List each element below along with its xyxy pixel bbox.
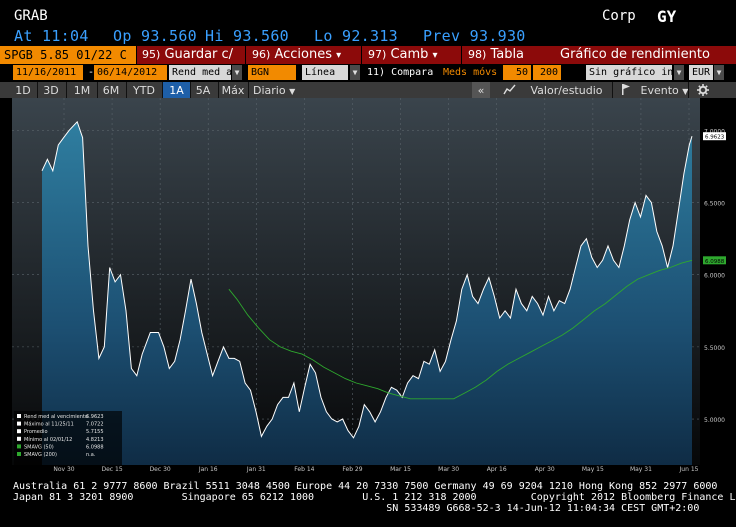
lower-chart-select[interactable]: Sin gráfico inferi	[586, 65, 672, 80]
settings-button[interactable]	[697, 82, 709, 98]
compare-button[interactable]: 11) Comparar	[364, 65, 434, 80]
line-chart-icon	[503, 84, 521, 97]
sector-label: Corp	[602, 8, 636, 24]
x-tick-label: Jan 16	[198, 466, 218, 473]
chevron-down-icon: ▼	[289, 87, 296, 96]
quote-open: Op 93.560	[113, 27, 197, 45]
last-sma-tag-label: 6.0988	[705, 259, 725, 265]
range-1d[interactable]: 1D	[12, 82, 34, 98]
moving-avg-label: Meds móvs	[440, 65, 500, 80]
legend-label: Mínimo al 02/01/12	[24, 436, 72, 443]
x-tick-label: Feb 29	[342, 466, 362, 473]
legend-value: n.a.	[86, 452, 96, 458]
x-tick-label: Jun 15	[679, 466, 699, 473]
legend-label: SMAVG (50)	[24, 444, 54, 450]
range-max[interactable]: Máx	[220, 82, 246, 98]
period-select[interactable]: Diario ▼	[253, 82, 301, 98]
change-menu[interactable]: 97) Camb ▾	[368, 46, 438, 64]
x-tick-label: Mar 30	[438, 466, 459, 473]
mavg2-input[interactable]: 200	[533, 65, 561, 80]
command-label: GRAB	[14, 8, 48, 24]
range-ytd[interactable]: YTD	[129, 82, 159, 98]
legend: Rend med al vencimiento6.9623 Máximo al 1…	[14, 411, 122, 465]
range-1a[interactable]: 1A	[163, 82, 190, 98]
mavg1-input[interactable]: 50	[503, 65, 531, 80]
title-bar: GRAB Corp GY	[0, 0, 736, 26]
range-3d[interactable]: 3D	[40, 82, 62, 98]
footer-line-2: Japan 81 3 3201 8900 Singapore 65 6212 1…	[13, 492, 736, 503]
x-tick-label: Jan 31	[246, 466, 266, 473]
legend-swatch	[17, 444, 21, 449]
legend-swatch	[17, 452, 21, 456]
chevron-down-icon: ▾	[336, 50, 342, 61]
quote-time: At 11:04	[14, 27, 89, 45]
x-tick-label: Dec 30	[150, 466, 171, 473]
y-tick-label: 5.0000	[704, 417, 725, 424]
range-1m[interactable]: 1M	[70, 82, 94, 98]
x-tick-label: May 15	[582, 466, 604, 473]
y-tick-label: 6.5000	[704, 201, 725, 208]
date-dash: -	[85, 65, 93, 80]
legend-value: 7.0722	[86, 422, 104, 428]
range-6m[interactable]: 6M	[100, 82, 122, 98]
x-tick-label: Feb 14	[294, 466, 314, 473]
footer-line-3: SN 533489 G668-52-3 14-Jun-12 11:04:34 C…	[13, 503, 700, 514]
value-study-button[interactable]: Valor/estudio	[503, 82, 602, 98]
y-axis: 5.00005.50006.00006.50007.00006.96236.09…	[703, 128, 726, 424]
parameter-bar: 11/16/2011 - 06/14/2012 Rend med a ▼ BGN…	[0, 64, 736, 81]
range-5a[interactable]: 5A	[191, 82, 215, 98]
security-field[interactable]: SPGB 5.85 01/22 C	[0, 46, 136, 64]
legend-swatch	[17, 436, 21, 441]
x-tick-label: Nov 30	[53, 466, 74, 473]
exchange-label: GY	[657, 7, 677, 26]
x-tick-label: Apr 16	[487, 466, 507, 473]
legend-value: 4.8213	[86, 437, 104, 443]
save-button[interactable]: 95) Guardar c/	[142, 46, 233, 64]
chevron-down-icon: ▾	[432, 50, 438, 61]
flag-icon	[621, 84, 635, 97]
legend-swatch	[17, 414, 21, 418]
quote-high: Hi 93.560	[205, 27, 289, 45]
currency-select[interactable]: EUR	[689, 65, 713, 80]
x-axis: Nov 30 Dec 15 Dec 30 Jan 16 Jan 31 Feb 14 Feb …	[53, 466, 699, 473]
x-tick-label: Mar 15	[390, 466, 411, 473]
x-tick-label: Apr 30	[535, 466, 555, 473]
legend-value: 6.9623	[86, 414, 104, 420]
event-button[interactable]: Evento ▼	[621, 82, 688, 98]
y-tick-label: 5.5000	[704, 345, 725, 352]
chevron-down-icon[interactable]: ▼	[714, 65, 724, 80]
last-yield-tag-label: 6.9623	[705, 135, 725, 141]
footer-line-1: Australia 61 2 9777 8600 Brazil 5511 304…	[13, 481, 718, 492]
end-date-input[interactable]: 06/14/2012	[94, 65, 167, 80]
quote-low: Lo 92.313	[314, 27, 398, 45]
range-bar: 1D 3D 1M 6M YTD 1A 5A Máx Diario ▼ « Val…	[0, 82, 736, 98]
legend-value: 6.0988	[86, 444, 104, 450]
chart-title: Gráfico de rendimiento	[560, 47, 710, 62]
chevron-down-icon[interactable]: ▼	[350, 65, 360, 80]
yield-chart: Nov 30 Dec 15 Dec 30 Jan 16 Jan 31 Feb 14 Feb …	[12, 98, 726, 473]
x-tick-label: Dec 15	[101, 466, 122, 473]
quote-line: At 11:04 Op 93.560 Hi 93.560 Lo 92.313 P…	[0, 26, 736, 45]
quote-prev: Prev 93.930	[423, 27, 526, 45]
legend-label: SMAVG (200)	[24, 452, 57, 458]
x-tick-label: May 31	[630, 466, 652, 473]
legend-swatch	[17, 429, 21, 434]
menu-bar: SPGB 5.85 01/22 C 95) Guardar c/ 96) Acc…	[0, 46, 736, 64]
chevron-down-icon[interactable]: ▼	[232, 65, 242, 80]
footer: Australia 61 2 9777 8600 Brazil 5511 304…	[0, 481, 736, 527]
legend-label: Máximo al 11/25/11	[24, 421, 74, 428]
collapse-button[interactable]: «	[472, 82, 490, 98]
chart-type-select[interactable]: Línea	[302, 65, 348, 80]
legend-swatch	[17, 421, 21, 426]
field-select[interactable]: Rend med a	[169, 65, 231, 80]
actions-menu[interactable]: 96) Acciones ▾	[252, 46, 341, 64]
chevron-down-icon[interactable]: ▼	[674, 65, 684, 80]
source-input[interactable]: BGN	[248, 65, 296, 80]
table-button[interactable]: 98) Tabla	[468, 46, 524, 64]
y-tick-label: 6.0000	[704, 273, 725, 280]
start-date-input[interactable]: 11/16/2011	[13, 65, 83, 80]
legend-value: 5.7155	[86, 429, 104, 435]
legend-label: Promedio	[24, 429, 48, 435]
legend-label: Rend med al vencimiento	[24, 414, 88, 420]
